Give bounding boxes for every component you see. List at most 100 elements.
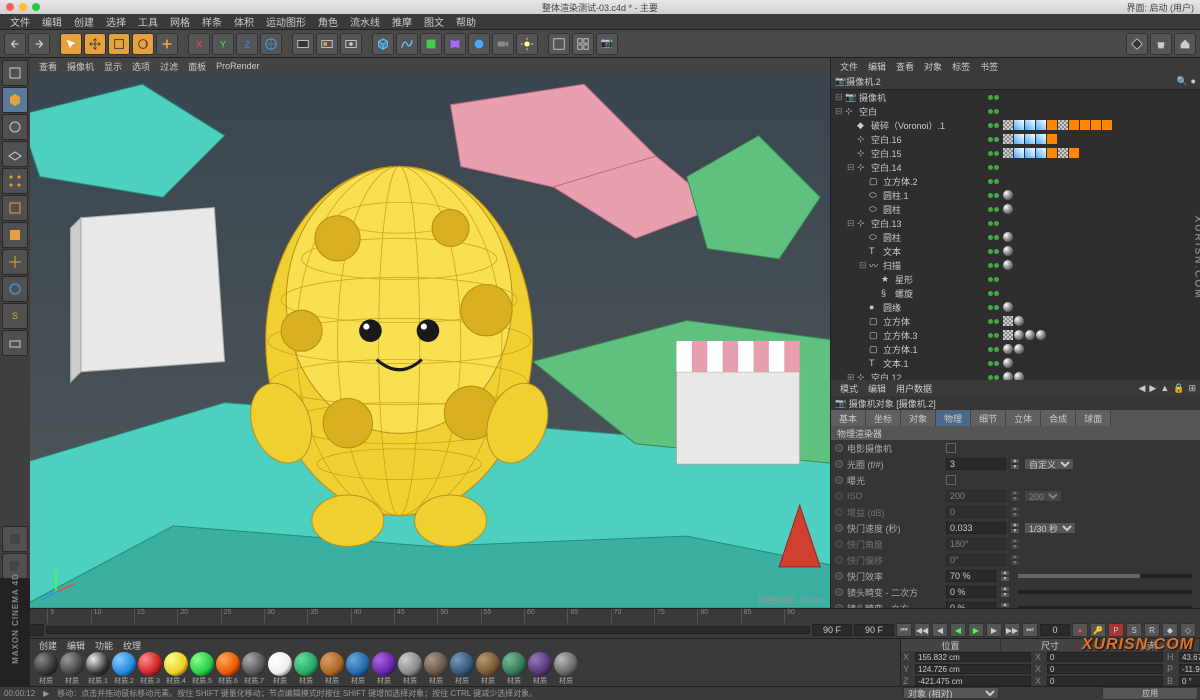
y-axis-lock[interactable]: Y xyxy=(212,33,234,55)
attr-tab-坐标[interactable]: 坐标 xyxy=(866,410,901,426)
attr-menu-icon[interactable]: ⊞ xyxy=(1188,383,1196,394)
tag-row[interactable] xyxy=(986,328,1200,342)
attr-menu-用户数据[interactable]: 用户数据 xyxy=(891,384,937,394)
tree-row-立方体.3[interactable]: ▢立方体.3 xyxy=(831,328,986,342)
vp-menu-面板[interactable]: 面板 xyxy=(183,60,211,73)
viewport[interactable]: 网格间距: 10 cm xyxy=(30,74,830,608)
material-材质[interactable]: 材质 xyxy=(60,652,84,686)
vp-menu-查看[interactable]: 查看 xyxy=(34,60,62,73)
tag-row[interactable] xyxy=(986,314,1200,328)
step-back-button[interactable]: ◀◀ xyxy=(914,623,930,637)
tag-row[interactable] xyxy=(986,342,1200,356)
tree-row-圆缘[interactable]: ●圆缘 xyxy=(831,300,986,314)
material-材质[interactable]: 材质 xyxy=(502,652,526,686)
viewport-solo[interactable] xyxy=(548,33,570,55)
coord-pos-Y[interactable] xyxy=(915,664,1031,674)
tag-row[interactable] xyxy=(986,244,1200,258)
attr-lock-icon[interactable]: 🔒 xyxy=(1173,383,1184,394)
tree-row-文本.1[interactable]: T文本.1 xyxy=(831,356,986,370)
menu-工具[interactable]: 工具 xyxy=(132,14,164,29)
redo-button[interactable] xyxy=(28,33,50,55)
workplane-snap-tool[interactable] xyxy=(2,330,28,356)
material-材质[interactable]: 材质 xyxy=(476,652,500,686)
tag-row[interactable] xyxy=(986,356,1200,370)
minimize-window-button[interactable] xyxy=(19,3,27,11)
material-材质.1[interactable]: 材质.1 xyxy=(86,652,110,686)
point-mode-tool[interactable] xyxy=(2,168,28,194)
material-grid[interactable]: 材质材质材质.1材质.2材质.3材质.4材质.5材质.6材质.7材质材质材质材质… xyxy=(30,651,900,686)
coord-mode-select[interactable]: 对象 (相对) xyxy=(903,687,999,699)
timeline-ruler[interactable]: 051015202530354045505560657075808590 xyxy=(0,609,1200,623)
tag-row[interactable] xyxy=(986,160,1200,174)
next-frame-button[interactable]: ▶ xyxy=(986,623,1002,637)
tag-row[interactable] xyxy=(986,230,1200,244)
attr-input[interactable] xyxy=(946,602,996,608)
store-icon[interactable] xyxy=(1150,33,1172,55)
misc-tool-1[interactable] xyxy=(2,526,28,552)
tag-row[interactable] xyxy=(986,90,1200,104)
tag-row[interactable] xyxy=(986,104,1200,118)
coord-rot-P[interactable] xyxy=(1179,664,1200,674)
tree-row-空白[interactable]: ⊟⊹空白 xyxy=(831,104,986,118)
model-mode-tool[interactable] xyxy=(2,87,28,113)
object-tree[interactable]: ⊟📷摄像机⊟⊹空白◆破碎（Voronoi）.1⊹空白.16⊹空白.15⊟⊹空白.… xyxy=(831,90,1200,380)
add-spline[interactable] xyxy=(396,33,418,55)
attr-input[interactable] xyxy=(946,458,1006,470)
goto-start-button[interactable]: ⏮ xyxy=(896,623,912,637)
attr-input[interactable] xyxy=(946,522,1006,534)
attr-tab-对象[interactable]: 对象 xyxy=(901,410,936,426)
add-cube[interactable] xyxy=(372,33,394,55)
tree-row-圆柱.1[interactable]: ⬭圆柱.1 xyxy=(831,188,986,202)
coord-rot-B[interactable] xyxy=(1179,676,1200,686)
attr-nav-up-icon[interactable]: ▲ xyxy=(1160,383,1169,394)
tree-row-破碎（Voronoi）.1[interactable]: ◆破碎（Voronoi）.1 xyxy=(831,118,986,132)
menu-网格[interactable]: 网格 xyxy=(164,14,196,29)
vp-menu-显示[interactable]: 显示 xyxy=(99,60,127,73)
tag-row[interactable] xyxy=(986,174,1200,188)
tree-row-摄像机[interactable]: ⊟📷摄像机 xyxy=(831,90,986,104)
obj-menu-文件[interactable]: 文件 xyxy=(835,60,863,73)
attr-slider[interactable] xyxy=(1018,606,1192,608)
rotate-tool[interactable] xyxy=(132,33,154,55)
attr-input[interactable] xyxy=(946,538,1006,550)
tag-row[interactable] xyxy=(986,118,1200,132)
attr-tab-合成[interactable]: 合成 xyxy=(1041,410,1076,426)
tag-row[interactable] xyxy=(986,216,1200,230)
material-材质.3[interactable]: 材质.3 xyxy=(138,652,162,686)
layout-selector[interactable]: 启动 (用户) xyxy=(1150,3,1195,13)
material-材质.5[interactable]: 材质.5 xyxy=(190,652,214,686)
attr-menu-编辑[interactable]: 编辑 xyxy=(863,384,891,394)
current-frame-input[interactable] xyxy=(1040,624,1070,636)
attr-menu-模式[interactable]: 模式 xyxy=(835,384,863,394)
tree-row-立方体.1[interactable]: ▢立方体.1 xyxy=(831,342,986,356)
attr-input[interactable] xyxy=(946,490,1006,502)
tree-row-圆柱[interactable]: ⬭圆柱 xyxy=(831,230,986,244)
attr-nav-prev-icon[interactable]: ◀ xyxy=(1138,383,1145,394)
tag-row[interactable] xyxy=(986,370,1200,380)
edge-mode-tool[interactable] xyxy=(2,195,28,221)
texture-mode-tool[interactable] xyxy=(2,114,28,140)
tree-row-空白.12[interactable]: ⊞⊹空白.12 xyxy=(831,370,986,380)
timeline-end-visible[interactable] xyxy=(812,624,852,636)
material-材质.2[interactable]: 材质.2 xyxy=(112,652,136,686)
obj-menu-编辑[interactable]: 编辑 xyxy=(863,60,891,73)
make-editable-tool[interactable] xyxy=(2,60,28,86)
obj-menu-对象[interactable]: 对象 xyxy=(919,60,947,73)
obj-menu-标签[interactable]: 标签 xyxy=(947,60,975,73)
content-browser-icon[interactable] xyxy=(1126,33,1148,55)
mat-menu-功能[interactable]: 功能 xyxy=(90,639,118,652)
menu-样条[interactable]: 样条 xyxy=(196,14,228,29)
material-材质[interactable]: 材质 xyxy=(294,652,318,686)
material-材质[interactable]: 材质 xyxy=(528,652,552,686)
render-region[interactable] xyxy=(316,33,338,55)
snap-tool[interactable]: S xyxy=(2,303,28,329)
tag-row[interactable] xyxy=(986,258,1200,272)
prev-frame-button[interactable]: ◀ xyxy=(932,623,948,637)
menu-运动图形[interactable]: 运动图形 xyxy=(260,14,312,29)
attr-tab-立体[interactable]: 立体 xyxy=(1006,410,1041,426)
attr-input[interactable] xyxy=(946,570,996,582)
viewport-split[interactable] xyxy=(572,33,594,55)
coord-pos-Z[interactable] xyxy=(915,676,1031,686)
menu-编辑[interactable]: 编辑 xyxy=(36,14,68,29)
tree-row-立方体[interactable]: ▢立方体 xyxy=(831,314,986,328)
